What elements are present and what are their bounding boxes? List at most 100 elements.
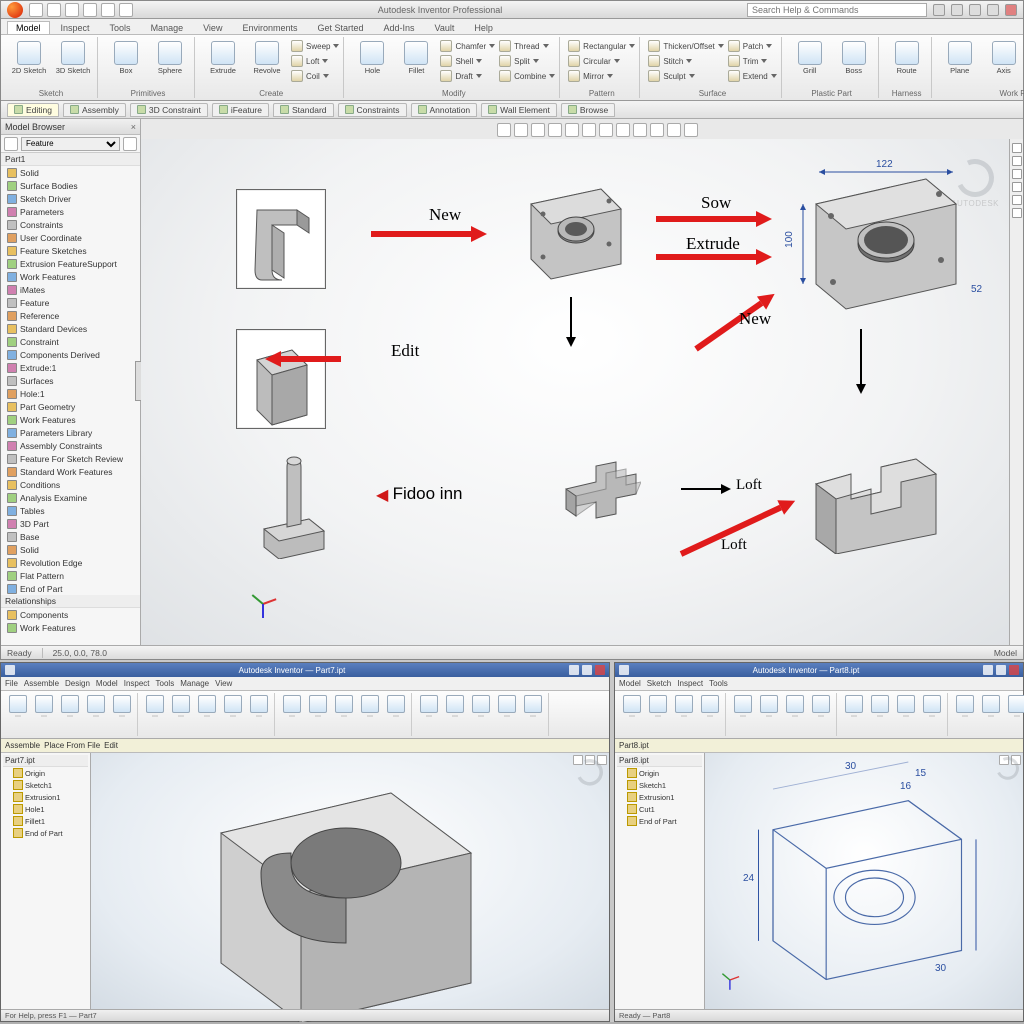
mini-ribbon-button[interactable]: ⋯ <box>1005 693 1024 736</box>
mini-tree-item[interactable]: End of Part <box>3 827 88 839</box>
qat-open-icon[interactable] <box>47 3 61 17</box>
ribbon-btn-2d-sketch[interactable]: 2D Sketch <box>9 39 49 88</box>
mini-ribbon-button[interactable]: ⋯ <box>894 693 918 736</box>
menu-view[interactable]: View <box>215 679 232 688</box>
menu-inspect[interactable]: Inspect <box>677 679 703 688</box>
ribbon-btn-circular[interactable]: Circular <box>568 54 635 68</box>
mini-tree-item[interactable]: Sketch1 <box>3 779 88 791</box>
mini-ribbon-button[interactable]: ⋯ <box>280 693 304 736</box>
mini-ribbon-button[interactable]: ⋯ <box>672 693 696 736</box>
browser-filter-icon[interactable] <box>4 137 18 151</box>
ribbon-btn-loft[interactable]: Loft <box>291 54 339 68</box>
browser-item[interactable]: Surface Bodies <box>1 179 140 192</box>
browser-item[interactable]: Tables <box>1 504 140 517</box>
nav-wheel-icon[interactable] <box>1012 169 1022 179</box>
menu-model[interactable]: Model <box>619 679 641 688</box>
orbit-icon[interactable] <box>548 123 562 137</box>
mini-tree-item[interactable]: Fillet1 <box>3 815 88 827</box>
browser-item[interactable]: Solid <box>1 543 140 556</box>
qat-undo-icon[interactable] <box>83 3 97 17</box>
menu-assemble[interactable]: Assemble <box>24 679 59 688</box>
menu-tools[interactable]: Tools <box>709 679 728 688</box>
ribbon-btn-extrude[interactable]: Extrude <box>203 39 243 88</box>
ribbon-tab-environments[interactable]: Environments <box>233 21 306 34</box>
browser-item[interactable]: Work Features <box>1 413 140 426</box>
browser-item[interactable]: Base <box>1 530 140 543</box>
doc-tab-browse[interactable]: Browse <box>561 103 615 117</box>
ribbon-btn-thicken/offset[interactable]: Thicken/Offset <box>648 39 723 53</box>
menu-model[interactable]: Model <box>96 679 118 688</box>
browser-item[interactable]: iMates <box>1 283 140 296</box>
ribbon-btn-patch[interactable]: Patch <box>728 39 777 53</box>
browser-item[interactable]: Standard Devices <box>1 322 140 335</box>
sign-in-icon[interactable] <box>933 4 945 16</box>
doc-tab-wall-element[interactable]: Wall Element <box>481 103 557 117</box>
browser-item[interactable]: Constraint <box>1 335 140 348</box>
menu-design[interactable]: Design <box>65 679 90 688</box>
mini-ribbon-button[interactable]: ⋯ <box>757 693 781 736</box>
ribbon-btn-extend[interactable]: Extend <box>728 69 777 83</box>
pan-icon[interactable] <box>514 123 528 137</box>
browser-group1[interactable]: Part1 <box>1 153 140 166</box>
ribbon-tab-vault[interactable]: Vault <box>426 21 464 34</box>
browser-item[interactable]: Standard Work Features <box>1 465 140 478</box>
browser-filter-select[interactable]: Feature <box>21 137 120 151</box>
ribbon-tab-manage[interactable]: Manage <box>142 21 193 34</box>
browser-group2[interactable]: Relationships <box>1 595 140 608</box>
mini-max-icon[interactable] <box>996 665 1006 675</box>
browser-item[interactable]: Extrusion FeatureSupport <box>1 257 140 270</box>
snap-icon[interactable] <box>667 123 681 137</box>
ribbon-btn-route[interactable]: Route <box>887 39 927 88</box>
mini-ribbon-button[interactable]: ⋯ <box>358 693 382 736</box>
mini-ribbon-button[interactable]: ⋯ <box>620 693 644 736</box>
browser-item[interactable]: Parameters <box>1 205 140 218</box>
mini-tab[interactable]: Assemble <box>5 741 40 750</box>
mini-tree-item[interactable]: Cut1 <box>617 803 702 815</box>
mini-tree-head[interactable]: Part7.ipt <box>3 755 88 767</box>
graphics-canvas[interactable]: AUTODESK <box>141 139 1009 645</box>
mini-ribbon-button[interactable]: ⋯ <box>32 693 56 736</box>
mini-ribbon-button[interactable]: ⋯ <box>646 693 670 736</box>
browser-item[interactable]: End of Part <box>1 582 140 595</box>
measure-icon[interactable] <box>633 123 647 137</box>
browser-item[interactable]: Flat Pattern <box>1 569 140 582</box>
menu-inspect[interactable]: Inspect <box>124 679 150 688</box>
mini-tab[interactable]: Edit <box>104 741 118 750</box>
ribbon-btn-hole[interactable]: Hole <box>352 39 392 88</box>
ribbon-tab-add-ins[interactable]: Add-Ins <box>375 21 424 34</box>
ribbon-btn-stitch[interactable]: Stitch <box>648 54 723 68</box>
menu-manage[interactable]: Manage <box>180 679 209 688</box>
mini-ribbon-button[interactable]: ⋯ <box>868 693 892 736</box>
mini-canvas[interactable]: 30 15 16 24 30 <box>705 753 1023 1009</box>
close-icon[interactable] <box>1005 4 1017 16</box>
ribbon-btn-boss[interactable]: Boss <box>834 39 874 88</box>
ribbon-btn-plane[interactable]: Plane <box>940 39 980 88</box>
browser-item[interactable]: Components <box>1 608 140 621</box>
mini-close-icon[interactable] <box>1009 665 1019 675</box>
nav-cube-icon[interactable] <box>1012 143 1022 153</box>
mini-ribbon-button[interactable]: ⋯ <box>384 693 408 736</box>
ribbon-btn-rectangular[interactable]: Rectangular <box>568 39 635 53</box>
mini-canvas[interactable] <box>91 753 609 1009</box>
ribbon-tab-help[interactable]: Help <box>465 21 502 34</box>
mini-ribbon-button[interactable]: ⋯ <box>221 693 245 736</box>
mini-tree-item[interactable]: End of Part <box>617 815 702 827</box>
mini-ribbon-button[interactable]: ⋯ <box>953 693 977 736</box>
ribbon-tab-tools[interactable]: Tools <box>101 21 140 34</box>
application-menu-orb[interactable] <box>7 2 23 18</box>
mini-ribbon-button[interactable]: ⋯ <box>809 693 833 736</box>
doc-tab-constraints[interactable]: Constraints <box>338 103 407 117</box>
browser-item[interactable]: Part Geometry <box>1 400 140 413</box>
doc-tab-editing[interactable]: Editing <box>7 103 59 117</box>
ribbon-tab-view[interactable]: View <box>194 21 231 34</box>
settings-gear-icon[interactable] <box>684 123 698 137</box>
mini-ribbon-button[interactable]: ⋯ <box>6 693 30 736</box>
ribbon-btn-grill[interactable]: Grill <box>790 39 830 88</box>
ribbon-btn-shell[interactable]: Shell <box>440 54 495 68</box>
mini-ribbon-button[interactable]: ⋯ <box>521 693 545 736</box>
mini-ribbon-button[interactable]: ⋯ <box>842 693 866 736</box>
ribbon-tab-model[interactable]: Model <box>7 21 50 34</box>
maximize-icon[interactable] <box>987 4 999 16</box>
mini-ribbon-button[interactable]: ⋯ <box>417 693 441 736</box>
menu-sketch[interactable]: Sketch <box>647 679 671 688</box>
